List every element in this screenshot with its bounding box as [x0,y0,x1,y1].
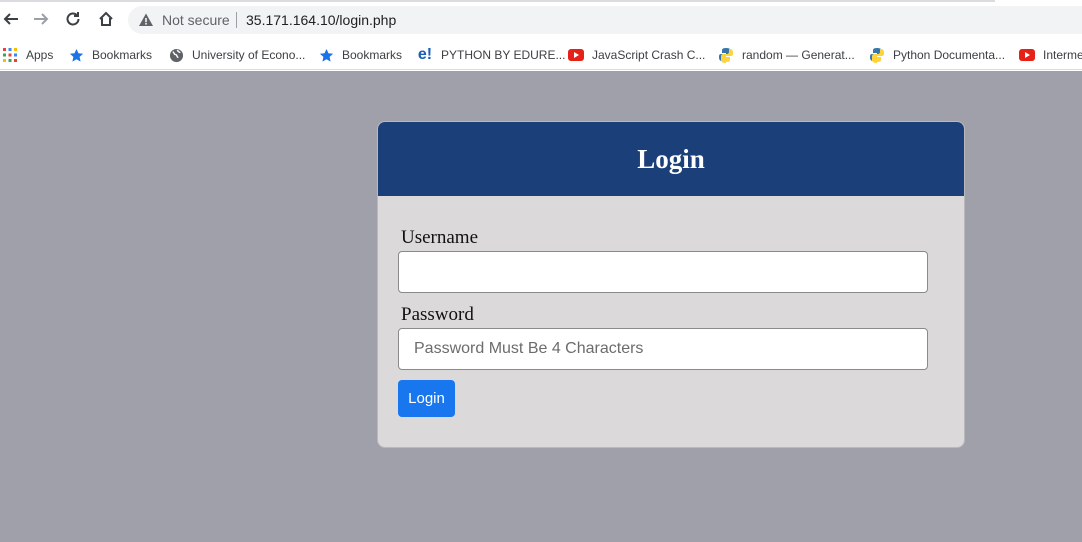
bookmarks-bar: Apps Bookmarks University of Econo... Bo… [0,40,1082,70]
star-icon [68,47,84,63]
bookmark-label: Interme [1043,48,1082,62]
reload-icon[interactable] [62,8,84,30]
youtube-icon [568,47,584,63]
password-input[interactable] [398,328,928,370]
bookmark-folder[interactable]: Bookmarks [318,44,402,66]
bookmark-label: Apps [26,48,54,62]
login-card: Login Username Password Login [377,121,965,448]
bookmark-label: PYTHON BY EDURE... [441,48,566,62]
bookmark-javascript[interactable]: JavaScript Crash C... [568,44,705,66]
security-label[interactable]: Not secure [162,12,230,28]
bookmark-interme[interactable]: Interme [1019,44,1082,66]
bookmark-random[interactable]: random — Generat... [718,44,855,66]
bookmark-label: JavaScript Crash C... [592,48,706,62]
python-icon [869,47,885,63]
warning-icon[interactable] [138,12,154,33]
browser-toolbar: Not secure 35.171.164.10/login.php [0,0,1082,40]
username-label: Username [401,227,479,248]
python-icon [718,47,734,63]
home-icon[interactable] [95,8,117,30]
bookmark-python-docs[interactable]: Python Documenta... [869,44,1005,66]
login-card-header: Login [378,122,964,196]
address-bar[interactable]: Not secure 35.171.164.10/login.php [128,6,1082,34]
url-text[interactable]: 35.171.164.10/login.php [246,12,396,28]
bookmark-label: Bookmarks [92,48,153,62]
username-input[interactable] [398,251,928,293]
forward-icon[interactable] [30,8,52,30]
globe-icon [168,47,184,63]
apps-grid-icon [2,47,18,63]
back-icon[interactable] [0,8,22,30]
edureka-icon: e! [417,46,433,63]
bookmark-label: Python Documenta... [893,48,1006,62]
page-body: Login Username Password Login [0,71,1082,542]
bookmark-label: University of Econo... [192,48,306,62]
login-title: Login [637,143,705,174]
address-divider [236,12,237,28]
bookmark-apps[interactable]: Apps [2,44,53,66]
star-icon [318,47,334,63]
bookmark-label: random — Generat... [742,48,855,62]
bookmark-label: Bookmarks [342,48,403,62]
tab-strip-divider [0,0,995,2]
youtube-icon [1019,47,1035,63]
bookmark-folder[interactable]: Bookmarks [68,44,152,66]
bookmark-python-edureka[interactable]: e! PYTHON BY EDURE... [417,44,566,66]
login-button[interactable]: Login [398,380,455,417]
password-label: Password [401,304,474,325]
bookmark-university[interactable]: University of Econo... [168,44,305,66]
